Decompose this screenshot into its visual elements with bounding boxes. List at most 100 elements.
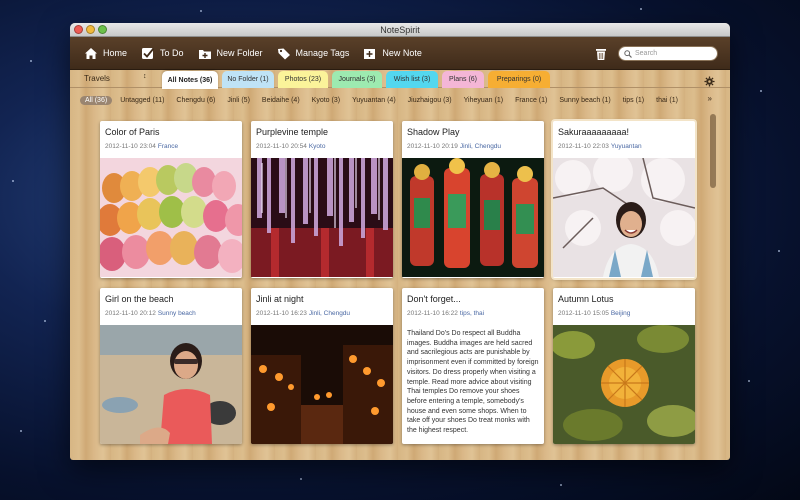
note-meta: 2012-11-10 15:05 Beijing [553,306,695,325]
window-controls [74,25,107,34]
note-location[interactable]: Sunny beach [158,310,196,317]
manage-tags-label: Manage Tags [295,48,350,58]
maximize-window-button[interactable] [98,25,107,34]
new-note-button[interactable]: New Note [363,47,422,60]
tag-kyoto[interactable]: Kyoto (3) [312,97,340,104]
tag-thai[interactable]: thai (1) [656,97,678,104]
tab-journals[interactable]: Journals (3) [332,71,382,88]
tab-plans[interactable]: Plans (6) [442,71,484,88]
note-date: 2012-11-10 20:12 [105,310,156,317]
note-meta: 2012-11-10 23:04 France [100,139,242,158]
note-date: 2012-11-10 16:23 [256,310,307,317]
beach-girl-photo [100,325,242,444]
notes-scrollbar[interactable] [710,114,716,454]
note-meta: 2012-11-10 16:23 Jinli, Chengdu [251,306,393,325]
new-folder-button[interactable]: New Folder [198,47,263,60]
note-title: Shadow Play [407,127,460,137]
tag-jiuzhaigou[interactable]: Jiuzhaigou (3) [408,97,452,104]
folder-selector-arrows-icon[interactable]: ↕ [143,73,147,80]
note-card[interactable]: Girl on the beach 2012-11-10 20:12 Sunny … [100,288,242,444]
note-meta: 2012-11-10 20:19 Jinli, Chengdu [402,139,544,158]
note-body: Thailand Do's Do respect all Buddha imag… [407,330,539,435]
checkbox-icon [141,47,155,60]
manage-tags-button[interactable]: Manage Tags [277,47,350,60]
minimize-window-button[interactable] [86,25,95,34]
note-date: 2012-11-10 20:54 [256,143,307,150]
home-icon [84,47,98,60]
scrollbar-thumb[interactable] [710,114,716,188]
tag-all[interactable]: All (36) [80,95,113,105]
note-date: 2012-11-10 16:22 [407,310,458,317]
shadow-puppets-photo [402,158,544,277]
search-input[interactable]: Search [635,50,657,57]
note-location[interactable]: Kyoto [309,143,326,150]
search-icon [624,49,632,58]
todo-label: To Do [160,48,184,58]
note-location[interactable]: France [158,143,178,150]
tag-jinli[interactable]: Jinli (5) [227,97,250,104]
search-field[interactable]: Search [618,46,718,61]
note-location[interactable]: Beijing [611,310,631,317]
new-note-label: New Note [382,48,422,58]
note-location[interactable]: Jinli, Chengdu [309,310,350,317]
note-title: Sakuraaaaaaaaa! [558,127,630,137]
window-title: NoteSpirit [380,25,420,35]
tag-icon [277,47,291,60]
note-card[interactable]: Autumn Lotus 2012-11-10 15:05 Beijing [553,288,695,444]
tab-preparings[interactable]: Preparings (0) [488,71,550,88]
tag-yiheyuan[interactable]: Yiheyuan (1) [464,97,503,104]
tag-tips[interactable]: tips (1) [623,97,644,104]
note-title: Jinli at night [256,294,304,304]
tab-photos[interactable]: Photos (23) [278,71,328,88]
note-meta: 2012-11-10 20:12 Sunny beach [100,306,242,325]
tag-chengdu[interactable]: Chengdu (6) [176,97,215,104]
note-title: Color of Paris [105,127,160,137]
note-card[interactable]: Shadow Play 2012-11-10 20:19 Jinli, Cheng… [402,121,544,278]
tab-wish-list[interactable]: Wish list (3) [386,71,438,88]
note-meta: 2012-11-10 22:03 Yuyuantan [553,139,695,158]
note-card[interactable]: Purplevine temple 2012-11-10 20:54 Kyoto [251,121,393,278]
note-title: Purplevine temple [256,127,329,137]
note-meta: 2012-11-10 16:22 tips, thai [402,306,544,325]
lotus-pond-photo [553,325,695,444]
folder-tabs-bar: Travels ↕ All Notes (36) No Folder (1) P… [70,71,730,89]
close-window-button[interactable] [74,25,83,34]
note-title: Autumn Lotus [558,294,614,304]
cherry-blossom-photo [553,158,695,277]
note-title: Don't forget... [407,294,461,304]
note-location[interactable]: Yuyuantan [611,143,642,150]
note-location[interactable]: tips, thai [460,310,484,317]
note-date: 2012-11-10 20:19 [407,143,458,150]
night-street-photo [251,325,393,444]
folder-plus-icon [198,47,212,60]
more-tags-button[interactable]: » [708,94,712,103]
note-card[interactable]: Color of Paris 2012-11-10 23:04 France [100,121,242,278]
gear-icon[interactable] [704,74,715,87]
trash-icon[interactable] [594,47,608,61]
home-button[interactable]: Home [84,47,127,60]
macarons-photo [100,158,242,277]
note-date: 2012-11-10 23:04 [105,143,156,150]
title-bar[interactable]: NoteSpirit [70,23,730,37]
tag-sunny-beach[interactable]: Sunny beach (1) [559,97,610,104]
note-card[interactable]: Jinli at night 2012-11-10 16:23 Jinli, Ch… [251,288,393,444]
tag-france[interactable]: France (1) [515,97,547,104]
new-folder-label: New Folder [216,48,263,58]
tab-no-folder[interactable]: No Folder (1) [222,71,274,88]
note-meta: 2012-11-10 20:54 Kyoto [251,139,393,158]
wisteria-temple-photo [251,158,393,277]
tag-yuyuantan[interactable]: Yuyuantan (4) [352,97,396,104]
tab-all-notes[interactable]: All Notes (36) [162,71,218,89]
note-card[interactable]: Sakuraaaaaaaaa! 2012-11-10 22:03 Yuyuanta… [553,121,695,278]
folder-selector[interactable]: Travels [84,74,110,83]
home-label: Home [103,48,128,58]
note-card[interactable]: Don't forget... 2012-11-10 16:22 tips, th… [402,288,544,444]
note-date: 2012-11-10 15:05 [558,310,609,317]
app-window: NoteSpirit Home To Do New Folder Manage … [70,23,730,460]
toolbar: Home To Do New Folder Manage Tags New No… [70,37,730,70]
note-date: 2012-11-10 22:03 [558,143,609,150]
todo-button[interactable]: To Do [141,47,184,60]
note-location[interactable]: Jinli, Chengdu [460,143,501,150]
tag-untagged[interactable]: Untagged (11) [120,97,164,104]
tag-beidaihe[interactable]: Beidaihe (4) [262,97,300,104]
